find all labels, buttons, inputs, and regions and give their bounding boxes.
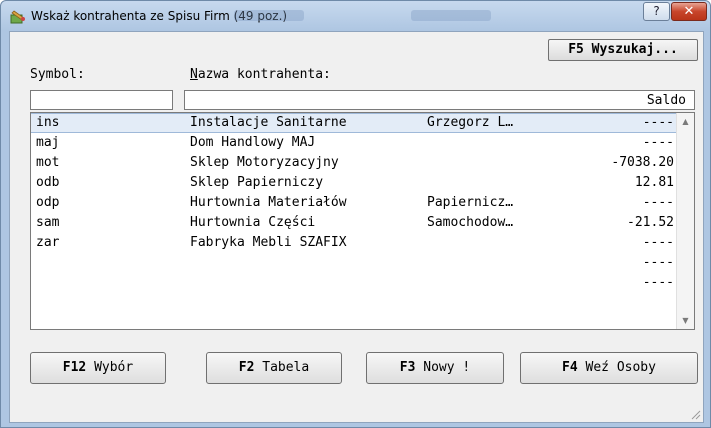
resize-grip-icon[interactable] bbox=[689, 408, 701, 420]
saldo-column-header: Saldo bbox=[646, 93, 686, 108]
row-saldo: ---- bbox=[642, 195, 674, 210]
select-button-label: Wybór bbox=[94, 360, 134, 375]
vertical-scrollbar[interactable]: ▲ ▼ bbox=[676, 113, 694, 329]
name-label-text: azwa kontrahenta: bbox=[197, 67, 331, 82]
row-symbol: sam bbox=[36, 215, 60, 230]
blurred-title-area bbox=[411, 10, 491, 21]
scroll-down-icon[interactable]: ▼ bbox=[677, 312, 694, 329]
row-symbol: maj bbox=[36, 135, 60, 150]
row-name: Dom Handlowy MAJ bbox=[190, 135, 316, 150]
row-name: Hurtownia Materiałów bbox=[190, 195, 347, 210]
name-label-accelerator: N bbox=[190, 67, 198, 82]
title-bar[interactable]: Wskaż kontrahenta ze Spisu Firm (49 poz.… bbox=[1, 1, 710, 31]
row-saldo: -21.52 bbox=[627, 215, 674, 230]
row-saldo: ---- bbox=[642, 255, 674, 270]
name-filter-input[interactable]: Saldo bbox=[184, 90, 695, 110]
row-name: Fabryka Mebli SZAFIX bbox=[190, 235, 347, 250]
take-persons-button-key: F4 bbox=[562, 360, 578, 375]
table-row[interactable]: ins Instalacje Sanitarne Grzegorz L… ---… bbox=[31, 113, 676, 133]
scroll-up-icon[interactable]: ▲ bbox=[677, 113, 694, 130]
app-icon bbox=[10, 10, 25, 24]
table-row[interactable]: odp Hurtownia Materiałów Papiernicz… ---… bbox=[31, 193, 676, 213]
take-persons-button[interactable]: F4 Weź Osoby bbox=[520, 352, 698, 384]
table-row[interactable]: ---- bbox=[31, 273, 676, 293]
row-symbol: odb bbox=[36, 175, 60, 190]
row-saldo: ---- bbox=[642, 235, 674, 250]
symbol-label: Symbol: bbox=[30, 67, 85, 82]
row-extra: Grzegorz L… bbox=[427, 115, 514, 130]
table-row[interactable]: ---- bbox=[31, 253, 676, 273]
new-button-key: F3 bbox=[399, 360, 416, 375]
search-button[interactable]: F5 Wyszukaj... bbox=[548, 39, 698, 61]
row-symbol: zar bbox=[36, 235, 60, 250]
new-button[interactable]: F3 Nowy ! bbox=[366, 352, 504, 384]
select-button-key: F12 bbox=[62, 360, 87, 375]
table-button[interactable]: F2 Tabela bbox=[206, 352, 342, 384]
symbol-filter-input[interactable] bbox=[30, 90, 173, 110]
table-row[interactable]: zar Fabryka Mebli SZAFIX ---- bbox=[31, 233, 676, 253]
table-row[interactable]: sam Hurtownia Części Samochodow… -21.52 bbox=[31, 213, 676, 233]
table-row[interactable]: mot Sklep Motoryzacyjny -7038.20 bbox=[31, 153, 676, 173]
row-saldo: -7038.20 bbox=[611, 155, 674, 170]
name-label: Nazwa kontrahenta: bbox=[190, 67, 331, 82]
row-saldo: ---- bbox=[642, 135, 674, 150]
row-saldo: ---- bbox=[642, 275, 674, 290]
blurred-title-area bbox=[234, 10, 304, 21]
row-saldo: ---- bbox=[642, 115, 674, 130]
row-extra: Samochodow… bbox=[427, 215, 514, 230]
table-button-label: Tabela bbox=[262, 360, 310, 375]
table-row[interactable]: odb Sklep Papierniczy 12.81 bbox=[31, 173, 676, 193]
new-button-label: Nowy ! bbox=[423, 360, 471, 375]
close-button[interactable]: ✕ bbox=[671, 2, 707, 21]
contractor-list[interactable]: ins Instalacje Sanitarne Grzegorz L… ---… bbox=[30, 112, 695, 330]
row-name: Sklep Motoryzacyjny bbox=[190, 155, 339, 170]
take-persons-button-label: Weź Osoby bbox=[585, 360, 656, 375]
row-symbol: odp bbox=[36, 195, 60, 210]
row-name: Sklep Papierniczy bbox=[190, 175, 324, 190]
select-button[interactable]: F12 Wybór bbox=[30, 352, 166, 384]
row-saldo: 12.81 bbox=[634, 175, 674, 190]
table-row[interactable]: maj Dom Handlowy MAJ ---- bbox=[31, 133, 676, 153]
dialog-client-area: F5 Wyszukaj... Symbol: Nazwa kontrahenta… bbox=[9, 31, 704, 423]
row-symbol: ins bbox=[36, 115, 60, 130]
row-name: Hurtownia Części bbox=[190, 215, 316, 230]
table-button-key: F2 bbox=[238, 360, 255, 375]
row-extra: Papiernicz… bbox=[427, 195, 514, 210]
help-button[interactable]: ? bbox=[643, 2, 670, 21]
row-symbol: mot bbox=[36, 155, 60, 170]
row-name: Instalacje Sanitarne bbox=[190, 115, 347, 130]
dialog-window: Wskaż kontrahenta ze Spisu Firm (49 poz.… bbox=[0, 0, 711, 428]
